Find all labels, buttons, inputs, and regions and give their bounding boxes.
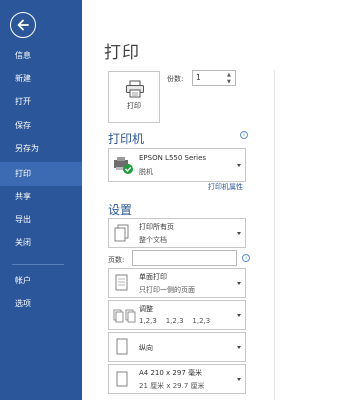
nav-item-share[interactable]: 共享 bbox=[0, 186, 82, 208]
print-range-subtitle: 整个文档 bbox=[139, 236, 167, 244]
preview-divider bbox=[274, 70, 275, 400]
chevron-down-icon bbox=[237, 314, 241, 317]
print-button[interactable]: 打印 bbox=[108, 71, 160, 123]
nav-item-label: 共享 bbox=[15, 192, 31, 201]
chevron-down-icon bbox=[237, 378, 241, 381]
settings-section-heading: 设置 bbox=[108, 203, 133, 217]
printer-dropdown[interactable]: EPSON L550 Series 脱机 bbox=[108, 148, 246, 182]
paper-size-subtitle: 21 厘米 x 29.7 厘米 bbox=[139, 382, 205, 390]
nav-item-account[interactable]: 帐户 bbox=[0, 270, 82, 292]
paper-size-icon bbox=[116, 371, 128, 387]
back-button[interactable] bbox=[10, 12, 36, 38]
collate-dropdown[interactable]: 调整 1,2,3 1,2,3 1,2,3 bbox=[108, 300, 246, 330]
orientation-title: 纵向 bbox=[139, 344, 153, 352]
nav-item-close[interactable]: 关闭 bbox=[0, 232, 82, 254]
nav-item-label: 信息 bbox=[15, 51, 31, 60]
chevron-down-icon bbox=[237, 232, 241, 235]
nav-item-new[interactable]: 新建 bbox=[0, 68, 82, 90]
copies-label: 份数: bbox=[167, 75, 184, 83]
nav-item-info[interactable]: 信息 bbox=[0, 45, 82, 67]
chevron-down-icon bbox=[237, 164, 241, 167]
printer-name: EPSON L550 Series bbox=[139, 154, 207, 162]
nav-item-label: 帐户 bbox=[15, 276, 31, 285]
spin-up-icon[interactable]: ▲ bbox=[227, 72, 233, 78]
nav-item-label: 关闭 bbox=[15, 238, 31, 247]
nav-item-save-as[interactable]: 另存为 bbox=[0, 138, 82, 160]
nav-item-label: 保存 bbox=[15, 121, 31, 130]
nav-item-label: 导出 bbox=[15, 215, 31, 224]
portrait-icon bbox=[116, 338, 128, 355]
nav-item-label: 打印 bbox=[15, 169, 31, 178]
printer-properties-link[interactable]: 打印机属性 bbox=[208, 182, 243, 192]
copies-input[interactable]: 1 ▲ ▼ bbox=[192, 70, 236, 86]
nav-item-label: 另存为 bbox=[15, 144, 39, 153]
one-sided-page-icon bbox=[115, 274, 128, 291]
printer-status-icon bbox=[114, 157, 133, 174]
sides-dropdown[interactable]: 单面打印 只打印一侧的页面 bbox=[108, 268, 246, 298]
nav-item-export[interactable]: 导出 bbox=[0, 209, 82, 231]
print-range-title: 打印所有页 bbox=[139, 223, 174, 231]
paper-size-dropdown[interactable]: A4 210 x 297 毫米 21 厘米 x 29.7 厘米 bbox=[108, 364, 246, 394]
printer-section-heading: 打印机 bbox=[108, 132, 145, 146]
pages-label: 页数: bbox=[108, 256, 125, 264]
nav-item-label: 选项 bbox=[15, 299, 31, 308]
nav-item-open[interactable]: 打开 bbox=[0, 91, 82, 113]
collate-title: 调整 bbox=[139, 305, 153, 313]
info-icon[interactable]: i bbox=[240, 131, 248, 139]
chevron-down-icon bbox=[237, 346, 241, 349]
pages-icon bbox=[114, 224, 129, 242]
chevron-down-icon bbox=[237, 282, 241, 285]
print-range-dropdown[interactable]: 打印所有页 整个文档 bbox=[108, 218, 246, 248]
pages-input[interactable] bbox=[132, 250, 237, 266]
printer-status: 脱机 bbox=[139, 168, 153, 176]
backstage-sidebar: 信息 新建 打开 保存 另存为 打印 共享 导出 关闭 帐户 选项 bbox=[0, 0, 82, 400]
nav-item-label: 新建 bbox=[15, 74, 31, 83]
orientation-dropdown[interactable]: 纵向 bbox=[108, 332, 246, 362]
printer-icon bbox=[126, 80, 144, 98]
nav-item-options[interactable]: 选项 bbox=[0, 293, 82, 315]
print-panel: 打印 打印 份数: 1 ▲ ▼ 打印机 i EPSON L550 Series … bbox=[82, 0, 350, 400]
sides-subtitle: 只打印一侧的页面 bbox=[139, 286, 195, 294]
nav-item-print[interactable]: 打印 bbox=[0, 162, 82, 186]
sidebar-divider bbox=[12, 264, 64, 265]
copies-value: 1 bbox=[196, 73, 201, 82]
nav-item-save[interactable]: 保存 bbox=[0, 115, 82, 137]
nav-item-label: 打开 bbox=[15, 97, 31, 106]
paper-size-title: A4 210 x 297 毫米 bbox=[139, 369, 203, 377]
arrow-left-icon bbox=[17, 19, 29, 31]
collate-subtitle: 1,2,3 1,2,3 1,2,3 bbox=[139, 317, 211, 325]
print-button-label: 打印 bbox=[127, 102, 141, 110]
collated-pages-icon bbox=[113, 309, 136, 323]
sides-title: 单面打印 bbox=[139, 273, 167, 281]
info-icon[interactable]: i bbox=[242, 254, 250, 262]
page-title: 打印 bbox=[104, 43, 140, 63]
spin-down-icon[interactable]: ▼ bbox=[227, 79, 233, 85]
